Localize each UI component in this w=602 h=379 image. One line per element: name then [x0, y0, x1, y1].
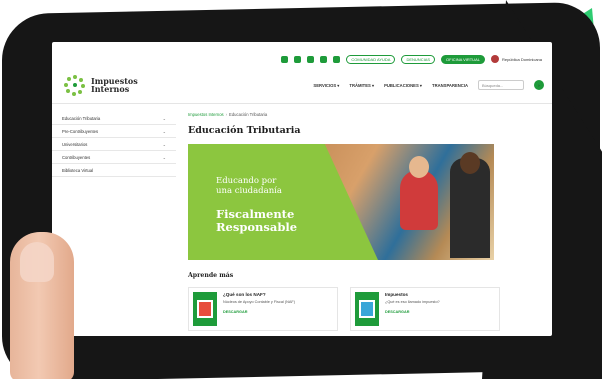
sidebar-item-label: Contribuyentes: [62, 154, 91, 160]
section-title: Aprende más: [188, 272, 234, 279]
denuncias-button[interactable]: DENUNCIAS: [401, 54, 436, 64]
linkedin-icon[interactable]: [320, 55, 328, 63]
chevron-down-icon: ⌄: [162, 128, 166, 134]
coat-of-arms-icon: [490, 55, 499, 63]
logo-text-line2: Internos: [91, 84, 130, 94]
page-title: Educación Tributaria: [188, 125, 301, 136]
sidebar-item-educacion-tributaria[interactable]: Educación Tributaria ⌄: [52, 112, 176, 125]
logo-dots-icon: [64, 74, 86, 96]
twitter-icon[interactable]: [294, 55, 302, 63]
sidebar-item-biblioteca-virtual[interactable]: Biblioteca Virtual: [52, 164, 176, 177]
chevron-down-icon: ⌄: [162, 141, 166, 147]
download-link[interactable]: DESCARGAR: [385, 310, 440, 314]
government-badge[interactable]: República Dominicana: [490, 55, 542, 63]
instagram-icon[interactable]: [281, 55, 289, 63]
sidebar: Educación Tributaria ⌄ Pre-Contribuyente…: [52, 112, 176, 177]
chevron-down-icon: ⌄: [162, 115, 166, 121]
tablet-screen: COMUNIDAD AYUDA DENUNCIAS OFICINA VIRTUA…: [52, 42, 552, 336]
sidebar-item-universitarios[interactable]: Universitarios ⌄: [52, 138, 176, 151]
resource-card[interactable]: Impuestos ¿Qué es eso llamado impuesto? …: [350, 287, 500, 331]
main-nav: SERVICIOS ▾ TRÁMITES ▾ PUBLICACIONES ▾ T…: [313, 80, 544, 90]
hero-photo-student: [400, 156, 438, 230]
nav-publicaciones[interactable]: PUBLICACIONES ▾: [384, 83, 422, 88]
card-title: ¿Qué son los NAF?: [223, 292, 266, 297]
oficina-virtual-button[interactable]: OFICINA VIRTUAL: [441, 54, 485, 64]
card-description: ¿Qué es eso llamado impuesto?: [385, 300, 440, 304]
breadcrumb-current: Educación Tributaria: [229, 112, 268, 117]
sidebar-item-pre-contribuyentes[interactable]: Pre-Contribuyentes ⌄: [52, 125, 176, 138]
main-content: Impuestos Internos › Educación Tributaria …: [188, 112, 540, 331]
breadcrumb: Impuestos Internos › Educación Tributaria: [188, 112, 540, 117]
resource-card[interactable]: ¿Qué son los NAF? Núcleos de Apoyo Conta…: [188, 287, 338, 331]
hero-headline-line2: Responsable: [216, 220, 298, 234]
nav-transparencia[interactable]: TRANSPARENCIA: [432, 83, 468, 88]
breadcrumb-root-link[interactable]: Impuestos Internos: [188, 112, 224, 117]
sidebar-item-label: Educación Tributaria: [62, 115, 101, 121]
hero-banner: Educando por una ciudadanía Fiscalmente …: [188, 144, 494, 260]
youtube-icon[interactable]: [333, 55, 341, 63]
download-link[interactable]: DESCARGAR: [223, 310, 295, 314]
naf-thumbnail: [193, 292, 217, 326]
gov-label: República Dominicana: [501, 56, 542, 62]
card-title: Impuestos: [385, 292, 408, 297]
nav-tramites[interactable]: TRÁMITES ▾: [349, 83, 374, 88]
breadcrumb-separator: ›: [225, 112, 228, 117]
site-logo[interactable]: Impuestos Internos: [64, 74, 138, 96]
impuestos-thumbnail: [355, 292, 379, 326]
facebook-icon[interactable]: [307, 55, 315, 63]
stage: COMUNIDAD AYUDA DENUNCIAS OFICINA VIRTUA…: [0, 0, 602, 379]
nav-servicios[interactable]: SERVICIOS ▾: [313, 83, 339, 88]
hero-photo-teacher: [450, 152, 490, 258]
chevron-down-icon: ⌄: [162, 154, 166, 160]
top-utility-bar: COMUNIDAD AYUDA DENUNCIAS OFICINA VIRTUA…: [52, 52, 552, 66]
hero-headline: Fiscalmente Responsable: [216, 208, 297, 234]
sidebar-item-label: Biblioteca Virtual: [62, 167, 94, 173]
hero-subtitle: Educando por una ciudadanía: [216, 176, 282, 196]
sidebar-item-label: Universitarios: [62, 141, 88, 147]
search-go-icon[interactable]: ›: [534, 80, 544, 90]
hero-subtitle-line2: una ciudadanía: [216, 186, 282, 196]
hero-subtitle-line1: Educando por: [216, 176, 277, 186]
fingernail: [20, 242, 54, 282]
card-description: Núcleos de Apoyo Contable y Fiscal (NAF): [223, 300, 295, 304]
search-input[interactable]: Búsqueda...: [478, 80, 524, 90]
comunidad-ayuda-button[interactable]: COMUNIDAD AYUDA: [346, 54, 396, 64]
resource-cards: ¿Qué son los NAF? Núcleos de Apoyo Conta…: [188, 287, 540, 331]
sidebar-item-label: Pre-Contribuyentes: [62, 128, 99, 134]
site-header: Impuestos Internos SERVICIOS ▾ TRÁMITES …: [52, 68, 552, 104]
sidebar-item-contribuyentes[interactable]: Contribuyentes ⌄: [52, 151, 176, 164]
